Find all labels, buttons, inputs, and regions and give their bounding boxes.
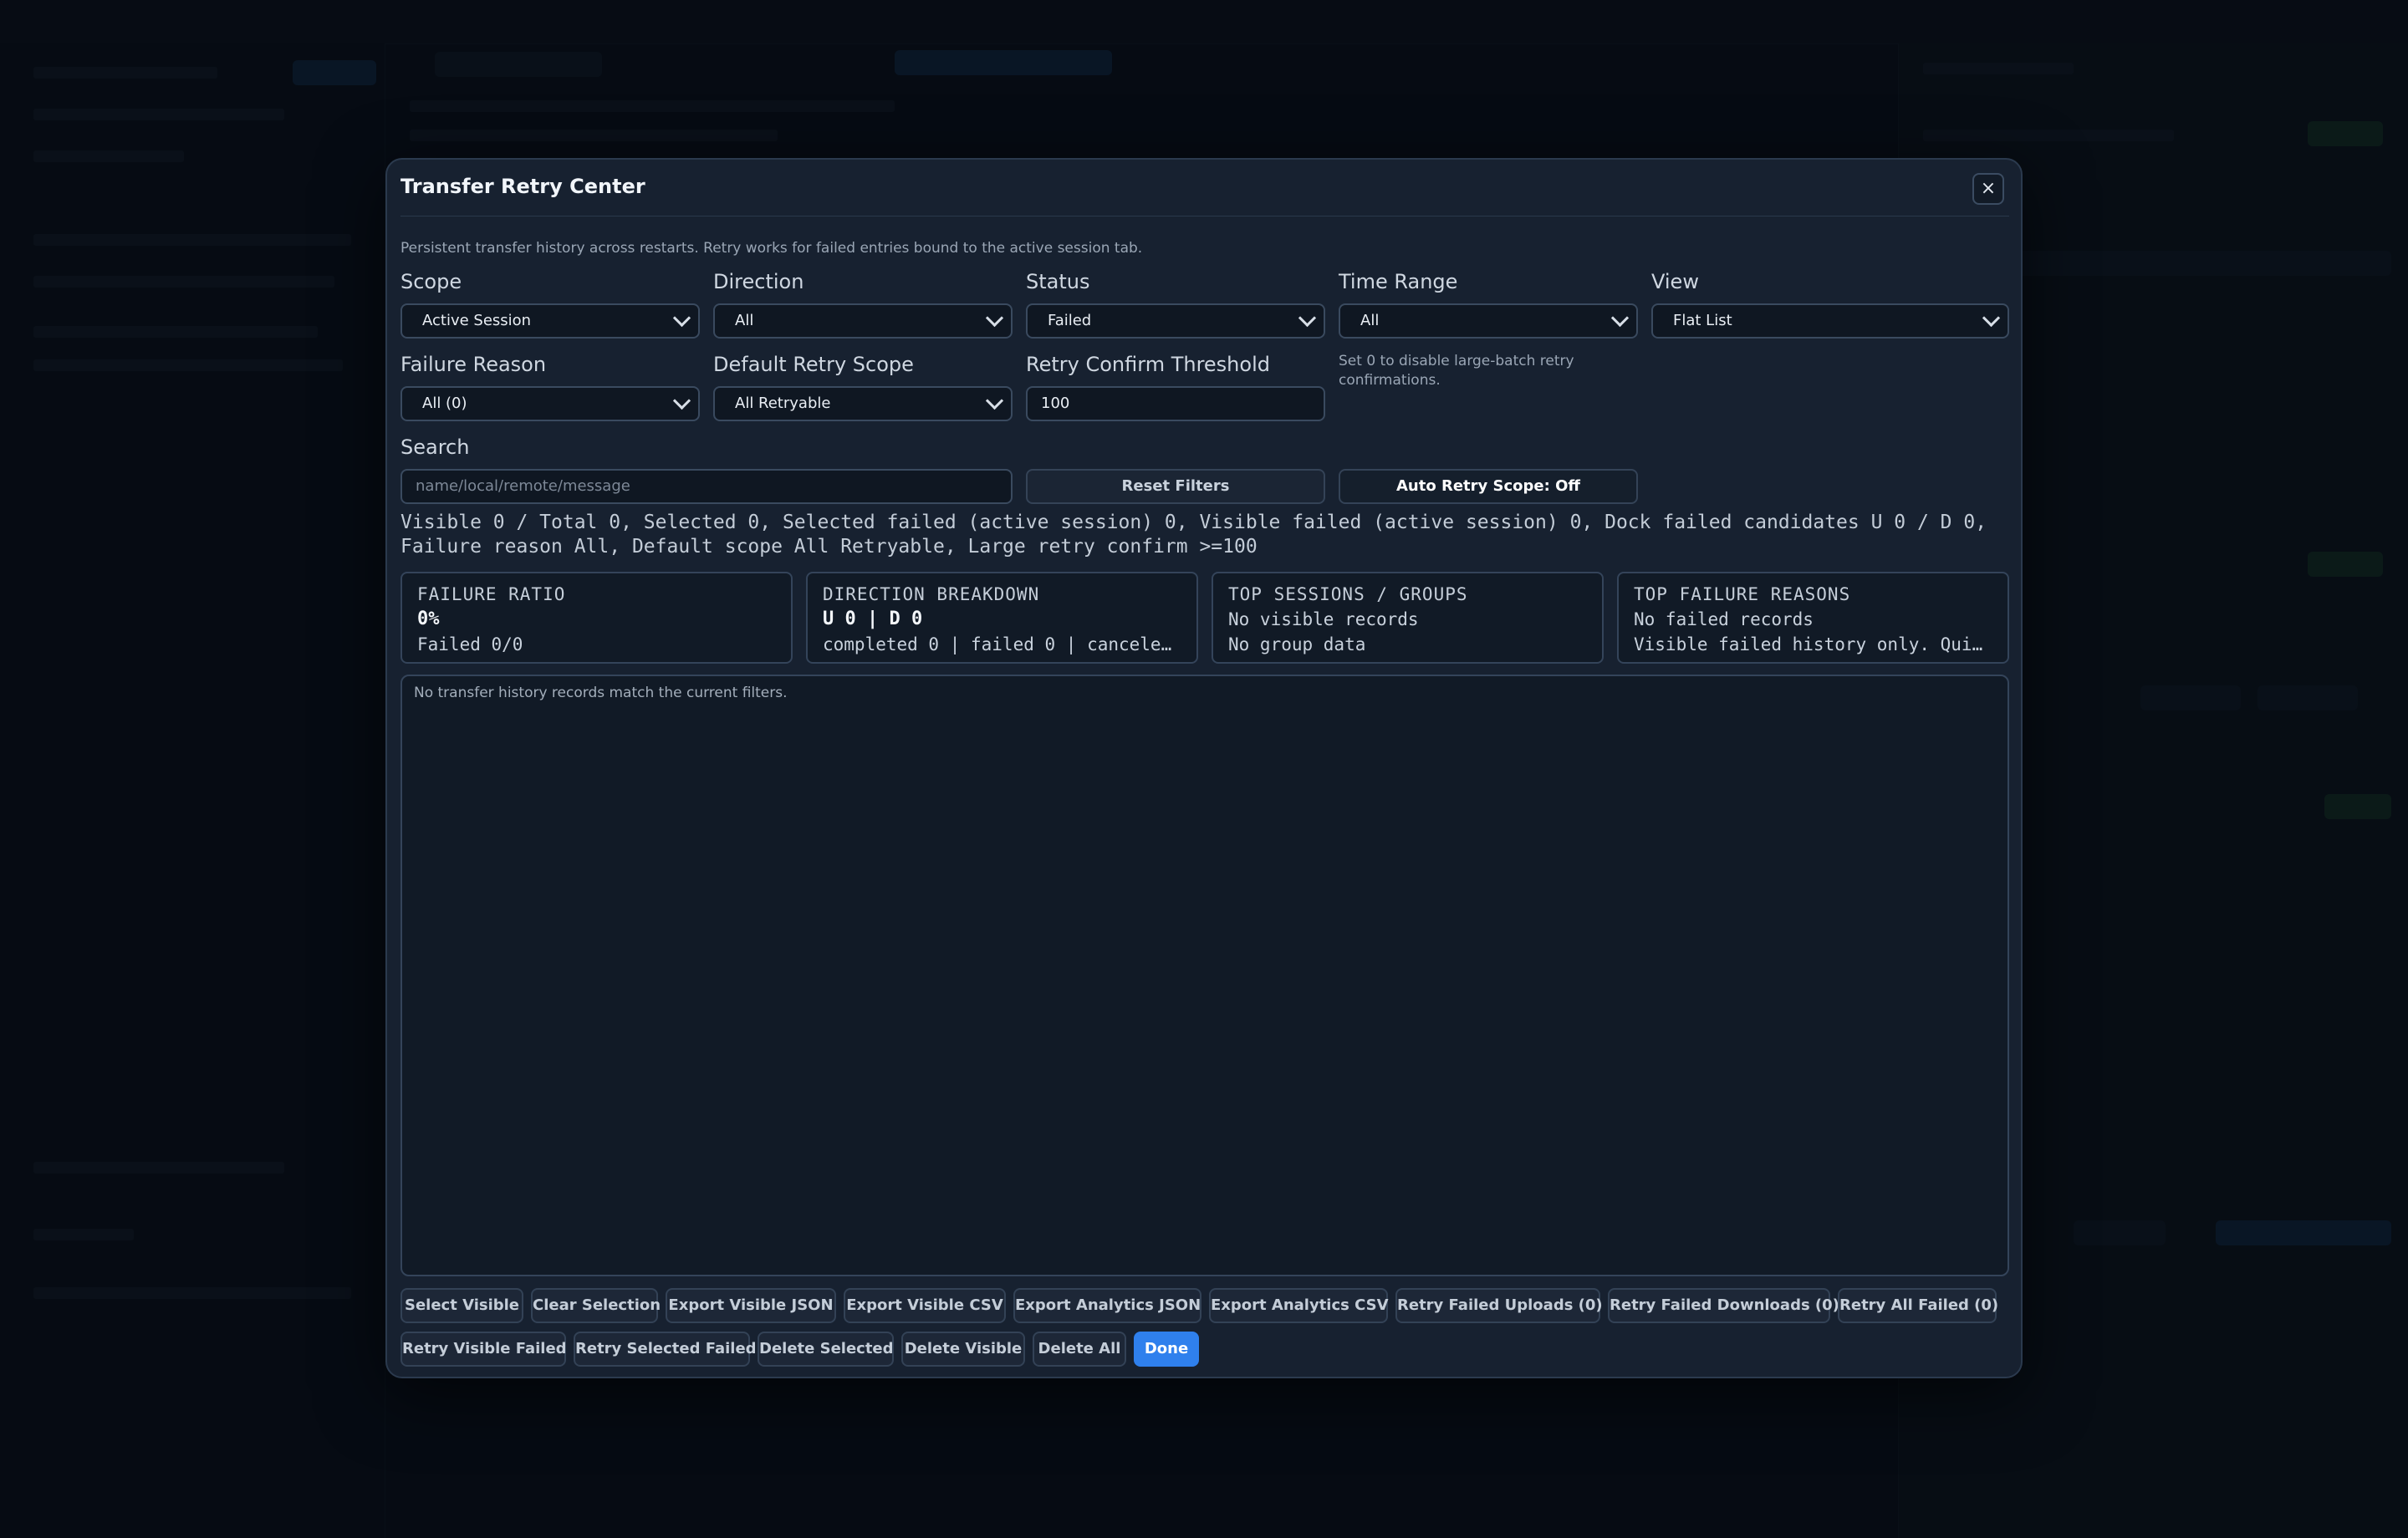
chevron-down-icon bbox=[1982, 308, 2001, 328]
select-visible-button[interactable]: Select Visible bbox=[400, 1288, 523, 1323]
search-label: Search bbox=[400, 435, 470, 459]
status-value: Failed bbox=[1048, 312, 1092, 329]
failure-reason-select[interactable]: All (0) bbox=[400, 386, 700, 421]
time-range-select[interactable]: All bbox=[1339, 303, 1638, 339]
default-retry-scope-label: Default Retry Scope bbox=[713, 353, 914, 376]
direction-breakdown-value: U 0 | D 0 bbox=[823, 609, 923, 629]
export-analytics-json-button[interactable]: Export Analytics JSON bbox=[1013, 1288, 1201, 1323]
summary-stats: Visible 0 / Total 0, Selected 0, Selecte… bbox=[400, 512, 1987, 558]
top-sessions-card: TOP SESSIONS / GROUPS No visible records… bbox=[1212, 572, 1604, 664]
direction-value: All bbox=[735, 312, 754, 329]
dialog-description: Persistent transfer history across resta… bbox=[400, 240, 1143, 257]
status-label: Status bbox=[1026, 270, 1090, 293]
retry-confirm-threshold-label: Retry Confirm Threshold bbox=[1026, 353, 1270, 376]
direction-breakdown-card: DIRECTION BREAKDOWN U 0 | D 0 completed … bbox=[806, 572, 1198, 664]
scope-select[interactable]: Active Session bbox=[400, 303, 700, 339]
delete-visible-button[interactable]: Delete Visible bbox=[901, 1332, 1025, 1367]
export-analytics-csv-button[interactable]: Export Analytics CSV bbox=[1209, 1288, 1389, 1323]
retry-failed-uploads-button[interactable]: Retry Failed Uploads (0) bbox=[1395, 1288, 1603, 1323]
direction-label: Direction bbox=[713, 270, 804, 293]
export-visible-csv-button[interactable]: Export Visible CSV bbox=[844, 1288, 1006, 1323]
view-label: View bbox=[1651, 270, 1699, 293]
dialog-title: Transfer Retry Center bbox=[400, 175, 645, 198]
close-icon: × bbox=[1980, 178, 1997, 199]
transfer-history-list[interactable]: No transfer history records match the cu… bbox=[400, 675, 2009, 1276]
retry-confirm-threshold-input[interactable]: 100 bbox=[1026, 386, 1325, 421]
retry-visible-failed-button[interactable]: Retry Visible Failed bbox=[400, 1332, 567, 1367]
card-title: FAILURE RATIO bbox=[417, 584, 566, 604]
failure-reason-label: Failure Reason bbox=[400, 353, 547, 376]
reset-filters-button[interactable]: Reset Filters bbox=[1026, 469, 1325, 504]
card-title: TOP SESSIONS / GROUPS bbox=[1228, 584, 1468, 604]
retry-failed-downloads-button[interactable]: Retry Failed Downloads (0) bbox=[1608, 1288, 1839, 1323]
retry-selected-failed-button[interactable]: Retry Selected Failed bbox=[574, 1332, 757, 1367]
scope-value: Active Session bbox=[422, 312, 532, 329]
delete-all-button[interactable]: Delete All bbox=[1033, 1332, 1126, 1367]
time-range-label: Time Range bbox=[1339, 270, 1458, 293]
card-title: TOP FAILURE REASONS bbox=[1634, 584, 1851, 604]
clear-selection-button[interactable]: Clear Selection bbox=[531, 1288, 661, 1323]
chevron-down-icon bbox=[985, 308, 1004, 328]
top-failure-reasons-line1: No failed records bbox=[1634, 609, 1814, 629]
failure-ratio-value: 0% bbox=[417, 609, 440, 629]
export-visible-json-button[interactable]: Export Visible JSON bbox=[666, 1288, 836, 1323]
default-retry-scope-value: All Retryable bbox=[735, 395, 831, 412]
delete-selected-button[interactable]: Delete Selected bbox=[758, 1332, 894, 1367]
chevron-down-icon bbox=[1610, 308, 1630, 328]
top-sessions-line1: No visible records bbox=[1228, 609, 1419, 629]
direction-breakdown-sub: completed 0 | failed 0 | canceled 0 bbox=[823, 634, 1181, 654]
done-button[interactable]: Done bbox=[1134, 1332, 1199, 1367]
failure-ratio-card: FAILURE RATIO 0% Failed 0/0 bbox=[400, 572, 793, 664]
retry-all-failed-button[interactable]: Retry All Failed (0) bbox=[1838, 1288, 1998, 1323]
close-button[interactable]: × bbox=[1972, 173, 2004, 205]
chevron-down-icon bbox=[672, 308, 691, 328]
failure-reason-value: All (0) bbox=[422, 395, 467, 412]
chevron-down-icon bbox=[1298, 308, 1317, 328]
auto-retry-scope-toggle[interactable]: Auto Retry Scope: Off bbox=[1339, 469, 1638, 504]
chevron-down-icon bbox=[985, 391, 1004, 410]
transfer-retry-center-dialog: Transfer Retry Center × Persistent trans… bbox=[385, 158, 2023, 1378]
card-title: DIRECTION BREAKDOWN bbox=[823, 584, 1040, 604]
failure-ratio-sub: Failed 0/0 bbox=[417, 634, 523, 654]
direction-select[interactable]: All bbox=[713, 303, 1013, 339]
empty-state-message: No transfer history records match the cu… bbox=[414, 685, 788, 701]
top-failure-reasons-line2: Visible failed history only. Quick-retry… bbox=[1634, 634, 1992, 654]
view-select[interactable]: Flat List bbox=[1651, 303, 2009, 339]
time-range-value: All bbox=[1360, 312, 1380, 329]
default-retry-scope-select[interactable]: All Retryable bbox=[713, 386, 1013, 421]
chevron-down-icon bbox=[672, 391, 691, 410]
threshold-hint: Set 0 to disable large-batch retry confi… bbox=[1339, 353, 1574, 389]
top-sessions-line2: No group data bbox=[1228, 634, 1366, 654]
search-input[interactable]: name/local/remote/message bbox=[400, 469, 1013, 504]
view-value: Flat List bbox=[1673, 312, 1732, 329]
top-failure-reasons-card: TOP FAILURE REASONS No failed records Vi… bbox=[1617, 572, 2009, 664]
status-select[interactable]: Failed bbox=[1026, 303, 1325, 339]
scope-label: Scope bbox=[400, 270, 462, 293]
